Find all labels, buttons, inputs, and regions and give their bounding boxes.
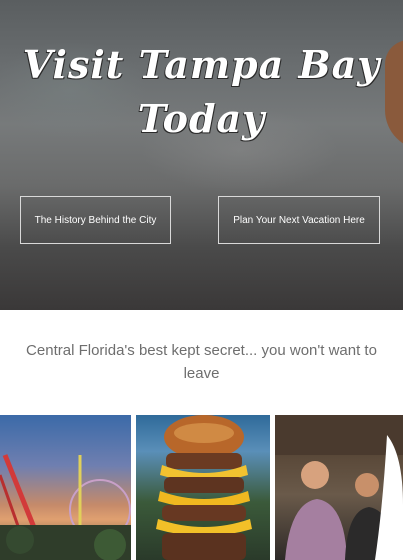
friends-dining-image: [275, 415, 403, 560]
tagline: Central Florida's best kept secret... yo…: [26, 342, 377, 382]
history-button[interactable]: The History Behind the City: [20, 196, 171, 244]
hero-title-line2: Today: [137, 96, 266, 141]
amusement-park-image: [0, 454, 131, 560]
hero-title: Visit Tampa Bay Today: [0, 38, 403, 146]
hero-title-line1: Visit Tampa Bay: [22, 42, 381, 87]
gallery-photo-amusement-park[interactable]: [0, 415, 131, 560]
plan-vacation-button[interactable]: Plan Your Next Vacation Here: [218, 196, 380, 244]
cheeseburger-image: [156, 415, 252, 560]
gallery-photo-friends-dining[interactable]: [275, 415, 403, 560]
gallery-photo-cheeseburger[interactable]: [136, 415, 270, 560]
hero-banner: Visit Tampa Bay Today The History Behind…: [0, 0, 403, 310]
